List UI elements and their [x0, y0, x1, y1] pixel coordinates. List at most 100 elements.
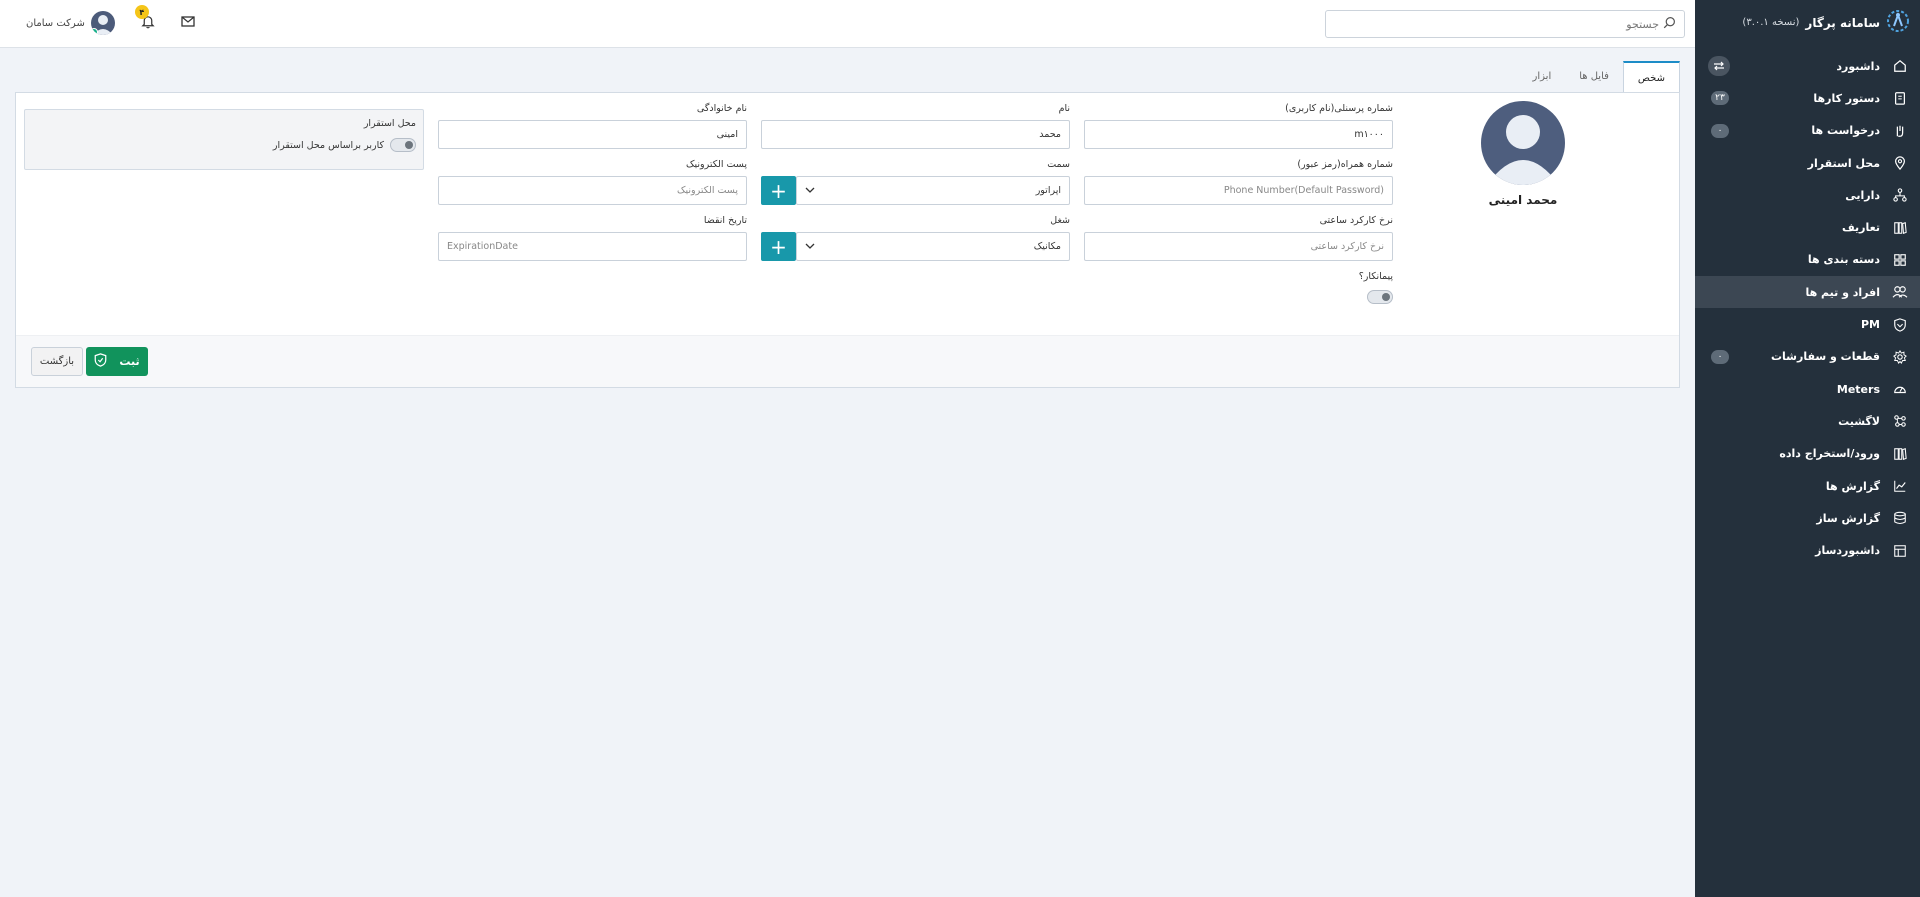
location-toggle-row: کاربر براساس محل استقرار: [273, 138, 416, 152]
field-label: شغل: [1050, 215, 1070, 226]
brand-logo-icon: [1886, 9, 1910, 36]
sidebar-item-label: PM: [1860, 318, 1880, 332]
sidebar-item-people-teams[interactable]: افراد و تیم ها: [1695, 276, 1920, 309]
save-button[interactable]: ثبت: [86, 347, 148, 376]
network-icon: [1892, 187, 1908, 203]
gear-icon: [1892, 349, 1908, 365]
sidebar-collapse-icon[interactable]: [1708, 56, 1730, 77]
contractor-toggle[interactable]: [1367, 290, 1393, 304]
job-field: شغل + مکانیک: [761, 215, 1070, 261]
field-label: شماره پرسنلی(نام کاربری): [1285, 103, 1393, 114]
notification-badge: ۴: [134, 5, 149, 19]
notifications-button[interactable]: ۴: [134, 5, 157, 32]
sidebar-item-label: Meters: [1836, 382, 1880, 396]
field-label: نام خانوادگی: [696, 103, 747, 114]
sidebar-item-label: قطعات و سفارشات: [1770, 350, 1880, 364]
nodes-icon: [1892, 413, 1908, 429]
sidebar-item-work-orders[interactable]: دستور کارها ۲۳: [1695, 82, 1920, 114]
users-icon: [1892, 284, 1908, 300]
sidebar-item-report-builder[interactable]: گزارش ساز: [1695, 502, 1920, 534]
tab-person[interactable]: شخص: [1622, 61, 1680, 93]
location-pin-icon: [1892, 155, 1908, 171]
tab-files[interactable]: فایل ها: [1565, 61, 1623, 92]
sidebar-item-dashboard-builder[interactable]: داشبوردساز: [1695, 534, 1920, 566]
last-name-field: نام خانوادگی امینی: [438, 103, 747, 149]
field-label: نرخ کارکرد ساعتی: [1319, 215, 1393, 226]
email-input[interactable]: پست الکترونیک: [438, 176, 747, 205]
add-job-button[interactable]: +: [761, 232, 796, 261]
user-menu[interactable]: شرکت سامان: [26, 11, 115, 35]
location-toggle-label: کاربر براساس محل استقرار: [272, 139, 384, 151]
sidebar-badge: ۰: [1711, 123, 1729, 138]
field-label: سمت: [1047, 159, 1070, 170]
brand: سامانه پرگار (نسخه ۳.۰.۱): [1695, 0, 1920, 45]
database-icon: [1892, 510, 1908, 526]
tab-tools[interactable]: ابزار: [1519, 61, 1566, 92]
layout-icon: [1892, 543, 1908, 559]
topbar-actions: شرکت سامان ۴: [26, 5, 195, 35]
expiration-date-input[interactable]: ExpirationDate: [438, 232, 747, 261]
expiration-date-field: تاریخ انقضا ExpirationDate: [438, 215, 747, 261]
shield-check-icon: [94, 353, 107, 370]
hand-icon: [1892, 123, 1908, 139]
phone-input[interactable]: Phone Number(Default Password): [1084, 176, 1393, 205]
field-label: تاریخ انقضا: [703, 215, 747, 226]
sidebar-item-label: درخواست ها: [1811, 124, 1880, 138]
personnel-number-input[interactable]: m۱۰۰۰: [1084, 120, 1393, 149]
brand-version: (نسخه ۳.۰.۱): [1742, 17, 1800, 28]
sidebar-item-label: دارایی: [1845, 188, 1880, 202]
sidebar-item-import-export[interactable]: ورود/استخراج داده: [1695, 438, 1920, 470]
sidebar-item-locations[interactable]: محل استقرار: [1695, 147, 1920, 179]
clipboard-icon: [1892, 90, 1908, 106]
location-based-user-toggle[interactable]: [390, 138, 416, 152]
search-input[interactable]: جستجو: [1325, 10, 1685, 38]
job-value: مکانیک: [1033, 241, 1061, 252]
phone-field: شماره همراه(رمز عبور) Phone Number(Defau…: [1084, 159, 1393, 205]
back-button[interactable]: بازگشت: [31, 347, 83, 376]
sidebar-item-logsheet[interactable]: لاگشیت: [1695, 405, 1920, 437]
personnel-number-field: شماره پرسنلی(نام کاربری) m۱۰۰۰: [1084, 103, 1393, 149]
add-position-button[interactable]: +: [761, 176, 796, 205]
avatar: [90, 11, 115, 35]
sidebar-item-requests[interactable]: درخواست ها ۰: [1695, 115, 1920, 147]
sidebar-item-categories[interactable]: دسته بندی ها: [1695, 244, 1920, 276]
hourly-rate-input[interactable]: نرخ کارکرد ساعتی: [1084, 232, 1393, 261]
last-name-input[interactable]: امینی: [438, 120, 747, 149]
sidebar-item-reports[interactable]: گزارش ها: [1695, 470, 1920, 502]
sidebar-item-definitions[interactable]: تعاریف: [1695, 211, 1920, 243]
chevron-down-icon: [805, 185, 815, 196]
profile-avatar[interactable]: [1481, 101, 1565, 185]
book-icon: [1892, 220, 1908, 236]
grid-icon: [1892, 252, 1908, 268]
field-label: پیمانکار؟: [1358, 271, 1393, 282]
position-value: اپراتور: [1035, 185, 1061, 196]
sidebar-item-label: افراد و تیم ها: [1805, 285, 1880, 299]
sidebar-item-meters[interactable]: Meters: [1695, 373, 1920, 405]
sidebar-item-pm[interactable]: PM: [1695, 308, 1920, 340]
search-placeholder: جستجو: [1626, 17, 1659, 31]
sidebar-item-label: ورود/استخراج داده: [1779, 447, 1880, 461]
import-export-icon: [1892, 446, 1908, 462]
job-select[interactable]: مکانیک: [796, 232, 1070, 261]
person-form-card: محمد امینی شماره پرسنلی(نام کاربری) m۱۰۰…: [15, 92, 1680, 388]
sidebar: سامانه پرگار (نسخه ۳.۰.۱) داشبورد دستور …: [1695, 0, 1920, 897]
mail-icon: [181, 16, 195, 30]
position-select[interactable]: اپراتور: [796, 176, 1070, 205]
sidebar-item-label: محل استقرار: [1807, 156, 1880, 170]
first-name-input[interactable]: محمد: [761, 120, 1070, 149]
sidebar-item-label: داشبوردساز: [1815, 544, 1880, 558]
sidebar-badge: ۰: [1711, 349, 1729, 364]
sidebar-item-label: داشبورد: [1836, 59, 1880, 73]
brand-title: سامانه پرگار: [1805, 15, 1880, 30]
user-name: شرکت سامان: [26, 17, 85, 29]
field-label: پست الکترونیک: [686, 159, 747, 170]
sidebar-badge: ۲۳: [1711, 91, 1729, 106]
sidebar-item-dashboard[interactable]: داشبورد: [1695, 50, 1920, 82]
profile-name: محمد امینی: [1488, 193, 1558, 207]
chevron-down-icon: [805, 241, 815, 252]
sidebar-item-label: دستور کارها: [1813, 91, 1880, 105]
messages-button[interactable]: [181, 16, 195, 30]
sidebar-item-parts-orders[interactable]: قطعات و سفارشات ۰: [1695, 341, 1920, 373]
sidebar-item-assets[interactable]: دارایی: [1695, 179, 1920, 211]
location-title: محل استقرار: [363, 118, 416, 129]
